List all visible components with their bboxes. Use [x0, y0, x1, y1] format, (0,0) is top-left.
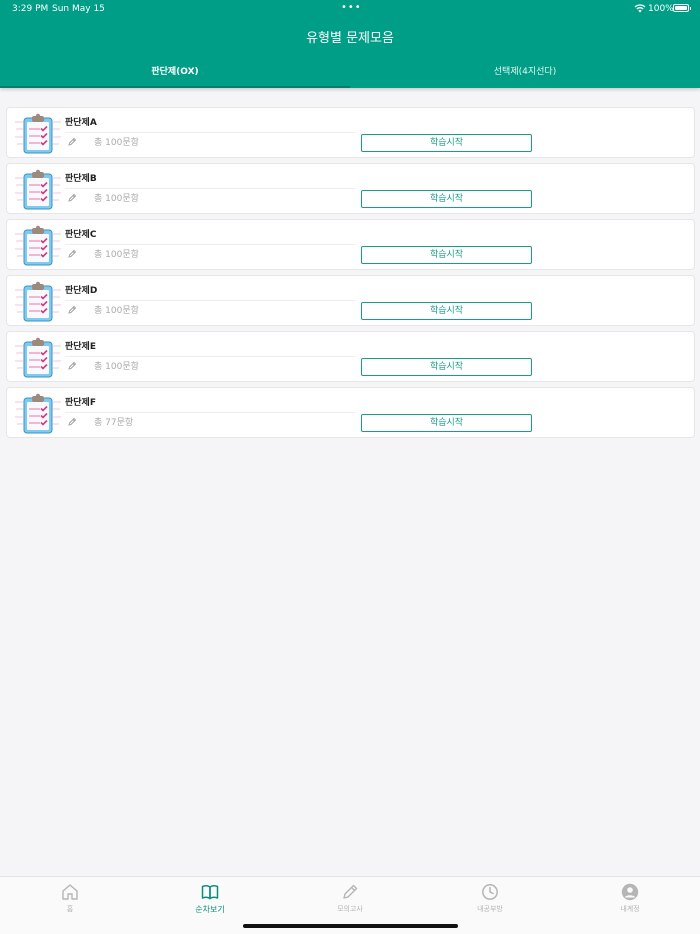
divider [65, 412, 355, 413]
nav-mock-exam-label: 모의고사 [337, 905, 363, 913]
status-date: Sun May 15 [52, 4, 105, 14]
start-study-button[interactable]: 학습시작 [361, 414, 532, 432]
pencil-icon [68, 305, 77, 314]
wifi-icon [634, 4, 646, 13]
clock-icon [482, 884, 498, 900]
page-title: 유형별 문제모음 [306, 31, 394, 46]
header: 3:29 PM Sun May 15 ••• 100% 유형별 문제모음 판단제… [0, 0, 700, 88]
question-set-name: 판단제E [65, 342, 96, 352]
divider [65, 244, 355, 245]
tab-ox[interactable]: 판단제(OX) [0, 64, 350, 88]
clipboard-checklist-icon [15, 337, 61, 378]
clipboard-checklist-icon [15, 169, 61, 210]
pencil-icon [68, 193, 77, 202]
pencil-icon [68, 137, 77, 146]
question-set-card: 판단제C 총 100문항 학습시작 [6, 219, 695, 270]
nav-home[interactable]: 홈 [0, 883, 140, 923]
question-set-name: 판단제C [65, 230, 97, 240]
clipboard-checklist-icon [15, 393, 61, 434]
clipboard-checklist-icon [15, 113, 61, 154]
question-set-card: 판단제A 총 100문항 학습시작 [6, 107, 695, 158]
divider [65, 300, 355, 301]
question-set-card: 판단제D 총 100문항 학습시작 [6, 275, 695, 326]
question-set-name: 판단제B [65, 174, 97, 184]
nav-my-study-label: 내공부방 [477, 905, 503, 913]
pencil-icon [68, 417, 77, 426]
question-set-card: 판단제B 총 100문항 학습시작 [6, 163, 695, 214]
status-bar: 3:29 PM Sun May 15 ••• 100% [0, 0, 700, 18]
nav-sequential[interactable]: 순차보기 [140, 883, 280, 923]
user-icon [621, 883, 639, 901]
clipboard-checklist-icon [15, 225, 61, 266]
question-count: 총 100문항 [94, 306, 139, 316]
book-icon [201, 885, 219, 900]
question-set-name: 판단제F [65, 398, 96, 408]
question-count: 총 100문항 [94, 194, 139, 204]
pencil-icon [343, 884, 358, 899]
tab-multiple-choice[interactable]: 선택제(4지선다) [350, 64, 700, 88]
battery-percent: 100% [648, 4, 674, 14]
start-study-button[interactable]: 학습시작 [361, 134, 532, 152]
nav-account[interactable]: 내계정 [560, 883, 700, 923]
divider [65, 132, 355, 133]
home-indicator [243, 924, 458, 928]
question-count: 총 100문항 [94, 250, 139, 260]
start-study-button[interactable]: 학습시작 [361, 246, 532, 264]
divider [65, 188, 355, 189]
nav-mock-exam[interactable]: 모의고사 [280, 883, 420, 923]
home-icon [62, 884, 78, 900]
divider [65, 356, 355, 357]
clipboard-checklist-icon [15, 281, 61, 322]
nav-sequential-label: 순차보기 [195, 905, 225, 914]
question-count: 총 100문항 [94, 138, 139, 148]
start-study-button[interactable]: 학습시작 [361, 302, 532, 320]
start-study-button[interactable]: 학습시작 [361, 190, 532, 208]
question-set-card: 판단제F 총 77문항 학습시작 [6, 387, 695, 438]
nav-account-label: 내계정 [620, 905, 640, 913]
question-count: 총 100문항 [94, 362, 139, 372]
multitask-dots[interactable]: ••• [341, 2, 362, 13]
question-count: 총 77문항 [94, 418, 134, 428]
battery-icon [673, 4, 691, 12]
nav-home-label: 홈 [66, 905, 74, 913]
question-set-name: 판단제D [65, 286, 98, 296]
question-set-list: 판단제A 총 100문항 학습시작 판단제B 총 100문항 학습시작 판단제C… [6, 107, 695, 443]
tab-indicator [0, 86, 350, 88]
pencil-icon [68, 249, 77, 258]
nav-my-study[interactable]: 내공부방 [420, 883, 560, 923]
start-study-button[interactable]: 학습시작 [361, 358, 532, 376]
status-time: 3:29 PM [12, 4, 49, 14]
question-set-card: 판단제E 총 100문항 학습시작 [6, 331, 695, 382]
pencil-icon [68, 361, 77, 370]
question-set-name: 판단제A [65, 118, 97, 128]
